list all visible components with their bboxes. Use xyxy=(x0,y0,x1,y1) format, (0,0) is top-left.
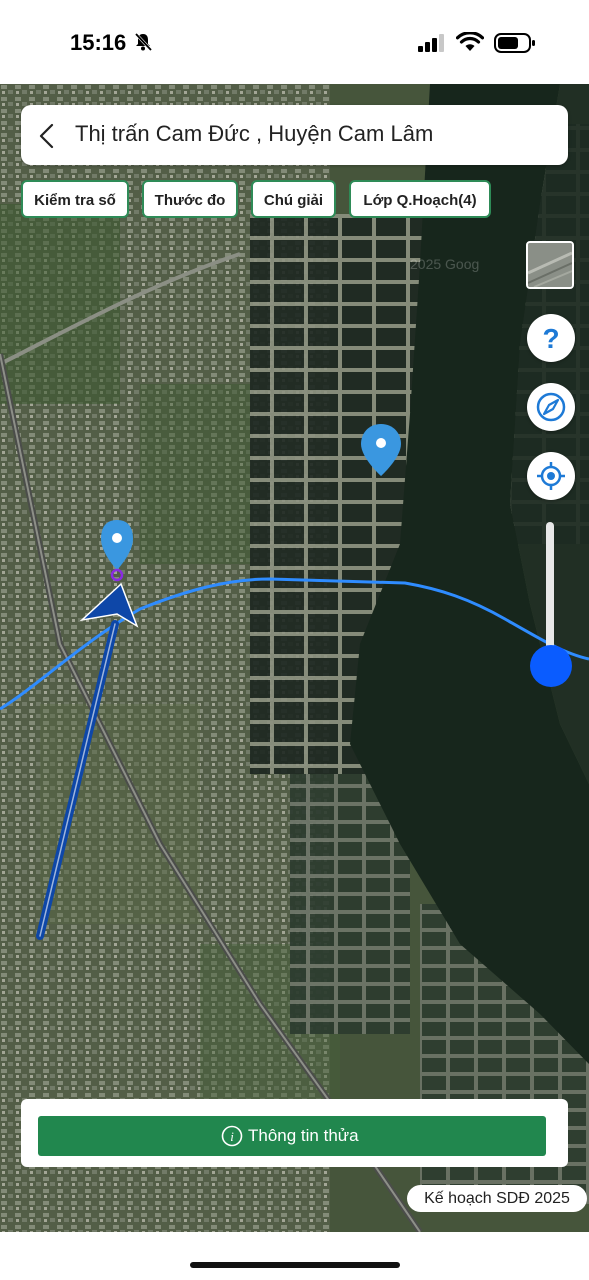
info-icon: i xyxy=(221,1125,243,1147)
svg-text:?: ? xyxy=(542,323,559,354)
plan-year-badge: Kế hoạch SDĐ 2025 xyxy=(407,1185,587,1212)
parcel-info-button[interactable]: i Thông tin thửa xyxy=(38,1116,546,1156)
map-imagery: 2025 Goog xyxy=(0,84,589,1232)
location-header: Thị trấn Cam Đức , Huyện Cam Lâm xyxy=(21,105,568,165)
wifi-icon xyxy=(455,31,485,57)
legend-button[interactable]: Chú giải xyxy=(251,180,336,218)
home-indicator[interactable] xyxy=(190,1262,400,1268)
status-time: 15:16 xyxy=(70,30,127,55)
map-layer-switch-button[interactable] xyxy=(526,241,574,289)
satellite-map[interactable]: 2025 Goog xyxy=(0,84,589,1232)
parcel-info-label: Thông tin thửa xyxy=(248,1126,359,1145)
location-title: Thị trấn Cam Đức , Huyện Cam Lâm xyxy=(75,121,434,146)
question-icon: ? xyxy=(542,323,559,354)
layer-thumbnail-icon xyxy=(528,243,572,287)
svg-text:i: i xyxy=(230,1129,234,1144)
compass-button[interactable] xyxy=(527,383,575,431)
measure-button[interactable]: Thước đo xyxy=(142,180,238,218)
bell-muted-icon xyxy=(133,32,153,57)
map-watermark: 2025 Goog xyxy=(410,256,479,272)
planning-layers-button[interactable]: Lớp Q.Hoạch(4) xyxy=(349,180,491,218)
locate-icon xyxy=(537,462,565,490)
opacity-slider-handle[interactable] xyxy=(530,645,572,687)
battery-icon xyxy=(494,33,536,58)
status-bar: 15:16 xyxy=(0,0,589,84)
bottom-panel: i Thông tin thửa xyxy=(21,1099,568,1167)
locate-me-button[interactable] xyxy=(527,452,575,500)
back-chevron-icon[interactable] xyxy=(37,123,57,154)
compass-icon xyxy=(536,392,566,422)
cellular-signal-icon xyxy=(418,34,444,57)
check-book-button[interactable]: Kiểm tra số xyxy=(21,180,129,218)
help-button[interactable]: ? xyxy=(527,314,575,362)
